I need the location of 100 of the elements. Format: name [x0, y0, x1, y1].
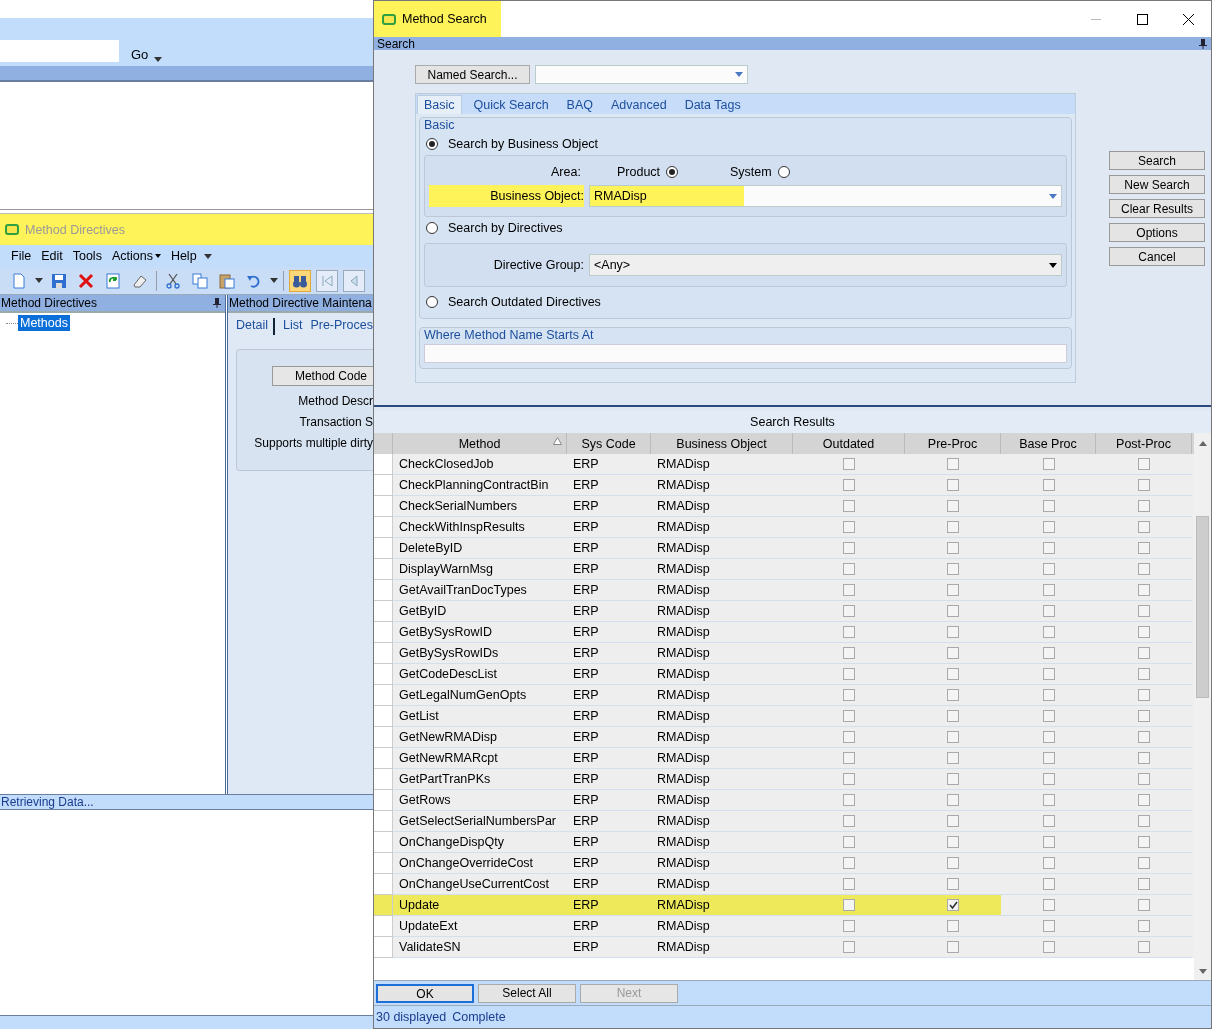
checkbox[interactable]	[947, 521, 959, 533]
checkbox[interactable]	[1042, 584, 1055, 596]
checkbox[interactable]	[1042, 773, 1055, 785]
row-selector[interactable]	[374, 916, 393, 937]
tab[interactable]: BAQ	[560, 96, 599, 114]
tab[interactable]: Detail	[236, 318, 275, 335]
checkbox[interactable]	[1138, 794, 1150, 806]
checkbox[interactable]	[843, 458, 855, 470]
checkbox[interactable]	[843, 479, 855, 491]
checkbox[interactable]	[947, 773, 959, 785]
checkbox[interactable]	[1042, 836, 1055, 848]
checkbox[interactable]	[843, 647, 855, 659]
checkbox[interactable]	[843, 500, 855, 512]
checkbox[interactable]	[1042, 605, 1055, 617]
menu-item[interactable]: Edit	[38, 249, 66, 263]
menu-item[interactable]: File	[8, 249, 35, 263]
dialog-button[interactable]: Select All	[478, 983, 576, 1003]
named-search-button[interactable]: Named Search...	[415, 65, 530, 84]
row-selector[interactable]	[374, 517, 393, 538]
checkbox[interactable]	[1042, 941, 1055, 953]
checkbox[interactable]	[947, 563, 959, 575]
checkbox[interactable]	[947, 542, 959, 554]
checkbox[interactable]	[1138, 500, 1150, 512]
checkbox[interactable]	[1042, 731, 1055, 743]
checkbox[interactable]	[1138, 605, 1150, 617]
dropdown-caret-icon[interactable]	[203, 253, 212, 259]
row-selector[interactable]	[374, 664, 393, 685]
tab[interactable]: Basic	[417, 95, 462, 114]
checkbox[interactable]	[1042, 668, 1055, 680]
row-selector[interactable]	[374, 538, 393, 559]
input-field[interactable]	[424, 344, 1067, 363]
checkbox[interactable]	[1042, 500, 1055, 512]
checkbox[interactable]	[1138, 836, 1150, 848]
checkbox[interactable]	[1138, 647, 1150, 659]
checkbox[interactable]	[843, 773, 855, 785]
checkbox[interactable]	[843, 668, 855, 680]
checkbox[interactable]	[1042, 647, 1055, 659]
action-button[interactable]: New Search	[1109, 175, 1205, 194]
checkbox[interactable]	[947, 689, 959, 701]
pin-icon[interactable]	[1199, 38, 1207, 49]
row-selector[interactable]	[374, 811, 393, 832]
checkbox[interactable]	[1042, 815, 1055, 827]
row-selector[interactable]	[374, 580, 393, 601]
row-selector[interactable]	[374, 643, 393, 664]
input-field[interactable]	[0, 40, 119, 62]
checkbox[interactable]	[1138, 773, 1150, 785]
checkbox[interactable]	[1138, 815, 1150, 827]
checkbox[interactable]	[947, 878, 959, 890]
checkbox[interactable]	[843, 920, 855, 932]
checkbox[interactable]	[1138, 731, 1150, 743]
checkbox[interactable]	[1042, 626, 1055, 638]
tab[interactable]: Quick Search	[467, 96, 555, 114]
pin-icon[interactable]	[213, 298, 221, 308]
checkbox[interactable]	[947, 626, 959, 638]
checkbox[interactable]	[843, 710, 855, 722]
checkbox[interactable]	[947, 605, 959, 617]
checkbox[interactable]	[1138, 479, 1150, 491]
checkbox[interactable]	[947, 668, 959, 680]
radio-button[interactable]	[666, 166, 679, 178]
row-selector[interactable]	[374, 622, 393, 643]
checkbox[interactable]	[1138, 689, 1150, 701]
checkbox[interactable]	[1042, 752, 1055, 764]
previous-record-icon[interactable]	[343, 269, 365, 292]
checkbox[interactable]	[1042, 458, 1055, 470]
checkbox[interactable]	[1042, 689, 1055, 701]
row-selector[interactable]	[374, 727, 393, 748]
binoculars-icon[interactable]	[289, 269, 311, 292]
tree-item[interactable]: Methods	[18, 315, 70, 331]
row-selector[interactable]	[374, 895, 393, 916]
action-button[interactable]: Cancel	[1109, 247, 1205, 266]
checkbox[interactable]	[947, 584, 959, 596]
checkbox[interactable]	[843, 521, 855, 533]
checkbox[interactable]	[843, 605, 855, 617]
checkbox[interactable]	[843, 689, 855, 701]
radio-button[interactable]	[426, 296, 438, 308]
row-selector[interactable]	[374, 559, 393, 580]
checkbox[interactable]	[843, 878, 855, 890]
checkbox[interactable]	[843, 752, 855, 764]
directive-group-dropdown[interactable]: <Any>	[589, 254, 1062, 276]
scroll-up-icon[interactable]	[1198, 441, 1207, 446]
checkbox[interactable]	[1042, 542, 1055, 554]
checkbox[interactable]	[843, 584, 855, 596]
row-selector[interactable]	[374, 937, 393, 958]
checkbox[interactable]	[947, 857, 959, 869]
row-selector[interactable]	[374, 475, 393, 496]
action-button[interactable]: Search	[1109, 151, 1205, 170]
scrollbar[interactable]	[1194, 433, 1211, 980]
first-record-icon[interactable]	[316, 269, 338, 292]
menu-item[interactable]: Tools	[69, 249, 105, 263]
row-selector[interactable]	[374, 496, 393, 517]
checkbox[interactable]	[1138, 857, 1150, 869]
dropdown-caret-icon[interactable]	[1049, 262, 1057, 268]
tab[interactable]: List	[282, 318, 303, 335]
checkbox[interactable]	[1138, 626, 1150, 638]
checkbox[interactable]	[947, 647, 959, 659]
row-selector[interactable]	[374, 832, 393, 853]
row-selector[interactable]	[374, 790, 393, 811]
checkbox[interactable]	[1138, 899, 1150, 911]
row-selector[interactable]	[374, 853, 393, 874]
checkbox[interactable]	[1138, 752, 1150, 764]
